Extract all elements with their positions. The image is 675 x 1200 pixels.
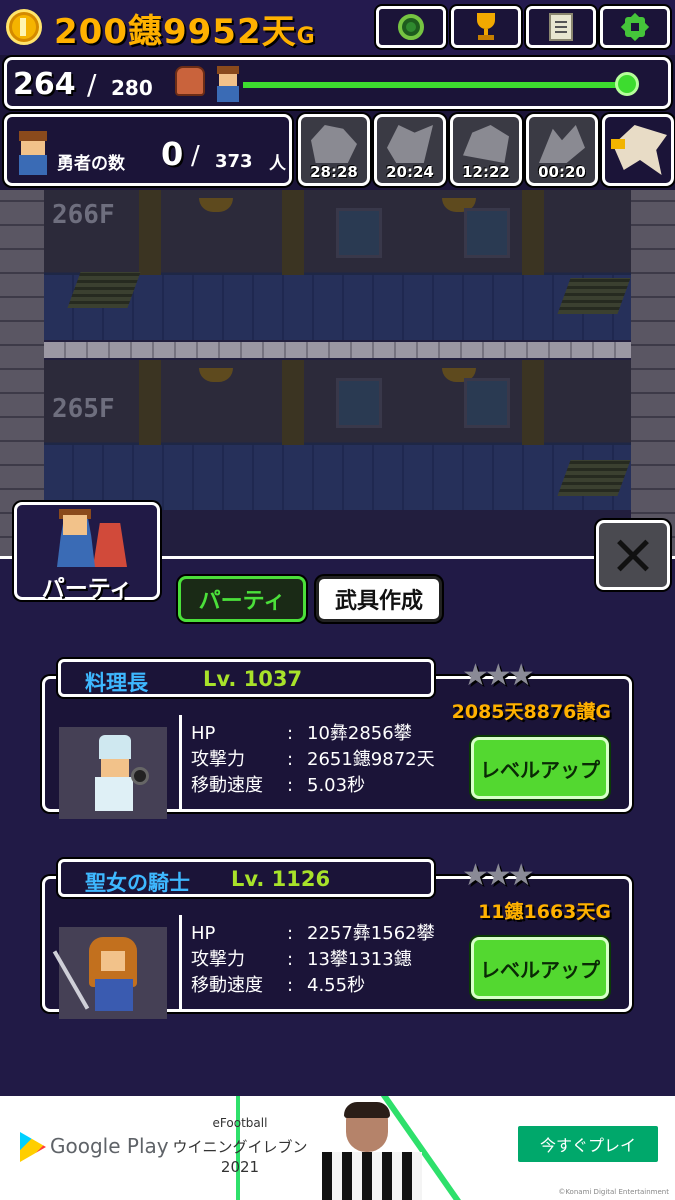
member-level: Lv. 1037 [203,667,303,691]
hero-marker-icon [213,66,243,102]
member-portrait [52,927,167,1019]
boss-timer: 12:22 [462,163,510,181]
rarity-stars: ★★★ [462,658,535,693]
hero-count-panel: 勇者の数 0 / 373 人 [4,114,292,186]
max-floor: 280 [111,76,153,100]
hero-unit: 人 [269,154,286,174]
ad-banner[interactable]: Google Play eFootball ウイニングイレブン 2021 今すぐ… [0,1096,675,1200]
boss-slot-4[interactable]: 00:20 [526,114,598,186]
hero-count-separator: / [191,141,200,171]
boss-timer: 00:20 [538,163,586,181]
gold-amount: 200鏸9952天G [54,12,316,52]
party-tab-icon-button[interactable]: パーティ [14,502,160,602]
member-level: Lv. 1126 [231,867,331,891]
boss-timer: 20:24 [386,163,434,181]
level-up-cost: 2085天8876讃G [451,701,611,723]
tower-wall-right [631,190,675,560]
stat-hp: HP:2257彝1562攀 [191,923,435,944]
boss-timer: 28:28 [310,163,358,181]
floor-label-lower: 265F [52,394,115,424]
stat-move-speed: 移動速度:4.55秒 [191,975,366,996]
tab-party[interactable]: パーティ [178,576,306,622]
boss-slot-2[interactable]: 20:24 [374,114,446,186]
google-play-icon [20,1132,46,1162]
boss-silhouette-icon [463,125,509,163]
eagle-slot[interactable] [602,114,674,186]
trophy-button[interactable] [451,6,521,48]
level-up-cost: 11鏸1663天G [478,901,611,923]
trophy-icon [473,13,499,41]
ad-player-image [322,1102,422,1200]
floor-progress-knob [615,72,639,96]
ad-store-name: Google Play [50,1134,169,1158]
floor-separator: / [87,68,97,101]
rarity-stars: ★★★ [462,858,535,893]
party-tab-icon-label: パーティ [41,576,133,602]
member-namebar: 聖女の騎士 Lv. 1126 [58,859,434,897]
hero-icon [17,131,49,175]
eagle-icon [613,125,667,175]
boss-silhouette-icon [311,125,357,163]
tab-equipment-craft[interactable]: 武具作成 [316,576,442,622]
radar-button[interactable] [376,6,446,48]
ad-title-line1: eFootball [212,1116,268,1130]
floor-room-upper: 266F [44,190,631,340]
member-portrait [59,727,167,819]
stat-move-speed: 移動速度:5.03秒 [191,775,366,796]
ad-title-line2: ウイニングイレブン [172,1138,308,1156]
boss-silhouette-icon [387,125,433,163]
floor-ledge [44,342,631,358]
radar-icon [398,14,424,40]
settings-button[interactable] [600,6,670,48]
ad-title-line3: 2021 [220,1158,260,1176]
floor-label-upper: 266F [52,200,115,230]
document-icon [549,13,573,41]
treasure-sack-icon [175,66,205,96]
gold-coin-icon [6,9,42,45]
member-namebar: 料理長 Lv. 1037 [58,659,434,697]
close-button[interactable] [596,520,670,590]
floor-progress-track [243,82,627,88]
log-button[interactable] [526,6,596,48]
hero-total: 373 [215,151,253,172]
boss-silhouette-icon [539,125,585,163]
floor-progress-bar: 264 / 280 [4,57,671,109]
floor-room-lower: 265F [44,360,631,510]
ad-play-now-button[interactable]: 今すぐプレイ [518,1126,658,1162]
ad-copyright: ©Konami Digital Entertainment [558,1188,669,1196]
stat-hp: HP:10彝2856攀 [191,723,412,744]
current-floor: 264 [13,67,76,102]
gear-icon [620,12,650,42]
hero-count: 0 [161,135,184,173]
level-up-button[interactable]: レベルアップ [471,737,609,799]
level-up-button[interactable]: レベルアップ [471,937,609,999]
stat-attack: 攻撃力:13攀1313鏸 [191,949,412,970]
member-name: 聖女の騎士 [85,871,190,895]
party-member-sprite [93,523,127,567]
boss-slot-1[interactable]: 28:28 [298,114,370,186]
boss-slot-3[interactable]: 12:22 [450,114,522,186]
member-name: 料理長 [85,671,148,695]
stat-attack: 攻撃力:2651鏸9872天 [191,749,435,770]
hero-count-label: 勇者の数 [57,154,125,174]
